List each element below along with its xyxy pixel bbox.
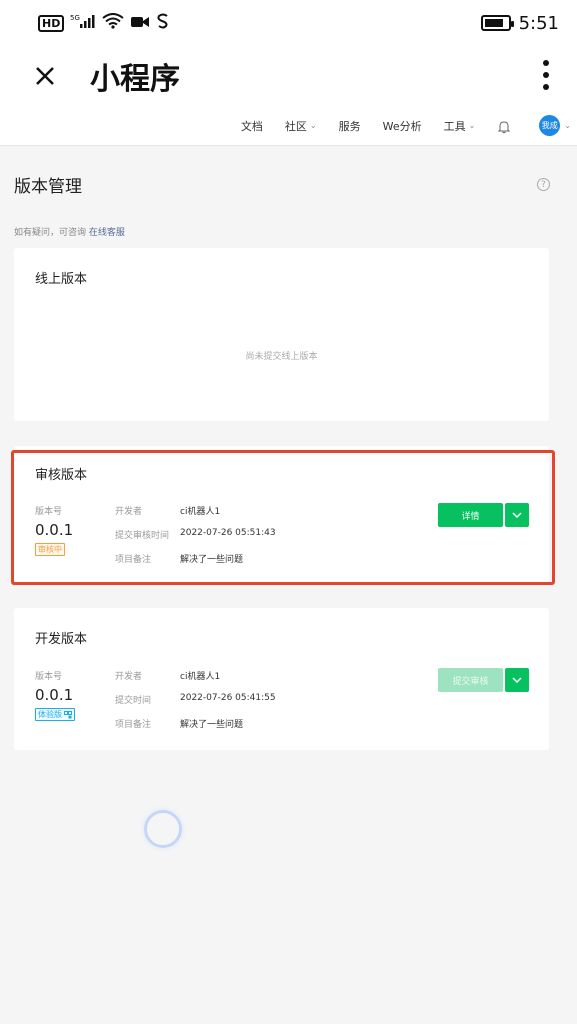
app-notification-icon	[156, 13, 170, 33]
help-hint: 如有疑问，可咨询 在线客服	[14, 225, 125, 238]
clock: 5:51	[518, 12, 559, 34]
battery-icon	[480, 15, 514, 31]
status-badge: 体验版	[35, 708, 75, 721]
nav-docs-label: 文档	[240, 119, 263, 133]
note-value: 解决了一些问题	[180, 720, 244, 730]
nav-community[interactable]: 社区 ⌄	[285, 118, 317, 134]
chevron-down-icon: ⌄	[309, 121, 317, 130]
more-actions-dropdown[interactable]	[505, 668, 529, 692]
online-support-link[interactable]: 在线客服	[89, 228, 125, 238]
empty-state-text: 尚未提交线上版本	[245, 352, 318, 362]
version-management-page: 版本管理 ? 如有疑问，可咨询 在线客服 线上版本 尚未提交线上版本 审核版本 …	[0, 146, 577, 1024]
close-icon[interactable]	[0, 46, 90, 106]
page-title: 版本管理	[14, 177, 82, 197]
more-options-icon[interactable]	[541, 60, 551, 90]
chevron-down-icon[interactable]: ⌄	[564, 121, 571, 130]
developer-label: 开发者	[115, 672, 143, 682]
chevron-down-icon: ⌄	[468, 121, 476, 130]
online-version-card: 线上版本 尚未提交线上版本	[14, 248, 549, 421]
submit-time-label: 提交时间	[115, 696, 152, 706]
card-title: 开发版本	[35, 632, 88, 647]
wifi-icon	[102, 13, 124, 33]
bell-icon[interactable]	[497, 119, 511, 133]
app-title: 小程序	[90, 62, 180, 97]
status-badge-label: 体验版	[38, 710, 62, 719]
video-camera-icon	[130, 14, 150, 33]
nav-analytics-label: We分析	[382, 119, 422, 133]
title-bar: 小程序	[0, 46, 577, 106]
hd-badge: HD	[38, 14, 65, 32]
nav-services-label: 服务	[338, 119, 361, 133]
status-bar: HD 5G 5:51	[0, 0, 577, 46]
developer-value: ci机器人1	[180, 672, 221, 682]
submit-review-button[interactable]: 提交审核	[438, 668, 503, 692]
signal-icon: 5G	[70, 13, 96, 33]
submit-time-value: 2022-07-26 05:41:55	[180, 693, 276, 703]
status-right: 5:51	[480, 12, 559, 34]
version-number: 0.0.1	[35, 686, 74, 704]
nav-services[interactable]: 服务	[339, 118, 361, 134]
network-label: 5G	[70, 14, 80, 22]
top-nav: 文档 社区 ⌄ 服务 We分析 工具 ⌄ 我成 ⌄	[0, 106, 577, 146]
version-label: 版本号	[35, 672, 63, 682]
hint-text: 如有疑问，可咨询	[14, 228, 87, 238]
status-icons: HD 5G	[38, 13, 170, 33]
nav-analytics[interactable]: We分析	[383, 118, 422, 134]
chevron-down-icon	[512, 677, 522, 683]
nav-tools-label: 工具	[443, 119, 466, 133]
dev-version-card: 开发版本 版本号 0.0.1 体验版 开发者 ci机器人1 提交时间 2022-…	[14, 608, 549, 750]
nav-community-label: 社区	[284, 119, 307, 133]
nav-docs[interactable]: 文档	[241, 118, 263, 134]
highlight-box	[11, 450, 555, 585]
qr-code-icon	[64, 710, 72, 718]
avatar[interactable]: 我成	[539, 115, 561, 136]
nav-tools[interactable]: 工具 ⌄	[444, 118, 476, 134]
loading-spinner	[144, 810, 182, 848]
card-title: 线上版本	[35, 272, 88, 287]
help-icon[interactable]: ?	[537, 178, 550, 191]
note-label: 项目备注	[115, 720, 152, 730]
